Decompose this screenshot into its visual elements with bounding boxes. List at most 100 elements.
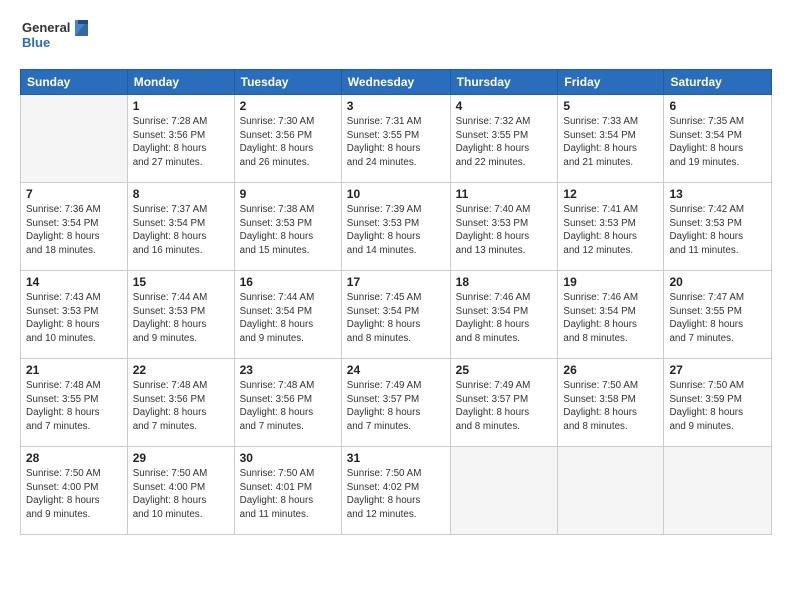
day-number: 22 [133, 363, 229, 377]
day-number: 4 [456, 99, 553, 113]
day-info: Sunrise: 7:32 AMSunset: 3:55 PMDaylight:… [456, 115, 553, 170]
calendar-cell: 20 Sunrise: 7:47 AMSunset: 3:55 PMDayligh… [664, 271, 772, 359]
calendar-cell: 31Sunrise: 7:50 AMSunset: 4:02 PMDayligh… [341, 447, 450, 535]
day-number: 13 [669, 187, 766, 201]
calendar-cell: 2 Sunrise: 7:30 AMSunset: 3:56 PMDaylight… [234, 95, 341, 183]
day-info: Sunrise: 7:46 AMSunset: 3:54 PMDaylight:… [456, 291, 553, 346]
day-number: 8 [133, 187, 229, 201]
day-info: Sunrise: 7:50 AMSunset: 4:01 PMDaylight:… [240, 467, 336, 522]
calendar-cell: 10 Sunrise: 7:39 AMSunset: 3:53 PMDayligh… [341, 183, 450, 271]
calendar-cell: 18 Sunrise: 7:46 AMSunset: 3:54 PMDayligh… [450, 271, 558, 359]
day-number: 23 [240, 363, 336, 377]
calendar-table: SundayMondayTuesdayWednesdayThursdayFrid… [20, 69, 772, 535]
calendar-header-row: SundayMondayTuesdayWednesdayThursdayFrid… [21, 70, 772, 95]
day-info: Sunrise: 7:40 AMSunset: 3:53 PMDaylight:… [456, 203, 553, 258]
day-info: Sunrise: 7:45 AMSunset: 3:54 PMDaylight:… [347, 291, 445, 346]
day-number: 9 [240, 187, 336, 201]
day-info: Sunrise: 7:31 AMSunset: 3:55 PMDaylight:… [347, 115, 445, 170]
day-number: 24 [347, 363, 445, 377]
day-info: Sunrise: 7:50 AMSunset: 4:02 PMDaylight:… [347, 467, 445, 522]
day-number: 21 [26, 363, 122, 377]
calendar-cell: 21 Sunrise: 7:48 AMSunset: 3:55 PMDayligh… [21, 359, 128, 447]
day-info: Sunrise: 7:41 AMSunset: 3:53 PMDaylight:… [563, 203, 658, 258]
day-number: 11 [456, 187, 553, 201]
calendar-header-sunday: Sunday [21, 70, 128, 95]
day-info: Sunrise: 7:44 AMSunset: 3:53 PMDaylight:… [133, 291, 229, 346]
day-number: 5 [563, 99, 658, 113]
day-info: Sunrise: 7:30 AMSunset: 3:56 PMDaylight:… [240, 115, 336, 170]
calendar-cell: 6 Sunrise: 7:35 AMSunset: 3:54 PMDaylight… [664, 95, 772, 183]
day-info: Sunrise: 7:48 AMSunset: 3:55 PMDaylight:… [26, 379, 122, 434]
day-number: 28 [26, 451, 122, 465]
calendar-cell: 30 Sunrise: 7:50 AMSunset: 4:01 PMDayligh… [234, 447, 341, 535]
calendar-cell: 4 Sunrise: 7:32 AMSunset: 3:55 PMDaylight… [450, 95, 558, 183]
calendar-cell: 16 Sunrise: 7:44 AMSunset: 3:54 PMDayligh… [234, 271, 341, 359]
calendar-header-friday: Friday [558, 70, 664, 95]
day-number: 7 [26, 187, 122, 201]
day-info: Sunrise: 7:28 AMSunset: 3:56 PMDaylight:… [133, 115, 229, 170]
calendar-week-row: 28 Sunrise: 7:50 AMSunset: 4:00 PMDayligh… [21, 447, 772, 535]
day-info: Sunrise: 7:48 AMSunset: 3:56 PMDaylight:… [240, 379, 336, 434]
svg-text:Blue: Blue [22, 35, 50, 50]
calendar-cell: 5Sunrise: 7:33 AMSunset: 3:54 PMDaylight… [558, 95, 664, 183]
day-info: Sunrise: 7:47 AMSunset: 3:55 PMDaylight:… [669, 291, 766, 346]
calendar-cell: 12Sunrise: 7:41 AMSunset: 3:53 PMDayligh… [558, 183, 664, 271]
day-number: 6 [669, 99, 766, 113]
calendar-header-tuesday: Tuesday [234, 70, 341, 95]
day-number: 25 [456, 363, 553, 377]
calendar-cell: 9 Sunrise: 7:38 AMSunset: 3:53 PMDaylight… [234, 183, 341, 271]
day-info: Sunrise: 7:35 AMSunset: 3:54 PMDaylight:… [669, 115, 766, 170]
day-number: 16 [240, 275, 336, 289]
calendar-header-monday: Monday [127, 70, 234, 95]
logo-area: General Blue [20, 16, 90, 59]
calendar-cell [558, 447, 664, 535]
calendar-cell [450, 447, 558, 535]
calendar-cell: 29 Sunrise: 7:50 AMSunset: 4:00 PMDayligh… [127, 447, 234, 535]
calendar-cell: 26 Sunrise: 7:50 AMSunset: 3:58 PMDayligh… [558, 359, 664, 447]
day-info: Sunrise: 7:37 AMSunset: 3:54 PMDaylight:… [133, 203, 229, 258]
calendar-cell: 17 Sunrise: 7:45 AMSunset: 3:54 PMDayligh… [341, 271, 450, 359]
calendar-header-saturday: Saturday [664, 70, 772, 95]
calendar-cell [21, 95, 128, 183]
calendar-week-row: 14Sunrise: 7:43 AMSunset: 3:53 PMDayligh… [21, 271, 772, 359]
day-info: Sunrise: 7:42 AMSunset: 3:53 PMDaylight:… [669, 203, 766, 258]
calendar-cell: 23 Sunrise: 7:48 AMSunset: 3:56 PMDayligh… [234, 359, 341, 447]
calendar-header-thursday: Thursday [450, 70, 558, 95]
day-number: 30 [240, 451, 336, 465]
calendar-cell: 27 Sunrise: 7:50 AMSunset: 3:59 PMDayligh… [664, 359, 772, 447]
calendar-cell: 13 Sunrise: 7:42 AMSunset: 3:53 PMDayligh… [664, 183, 772, 271]
day-number: 17 [347, 275, 445, 289]
calendar-header-wednesday: Wednesday [341, 70, 450, 95]
day-number: 2 [240, 99, 336, 113]
day-info: Sunrise: 7:44 AMSunset: 3:54 PMDaylight:… [240, 291, 336, 346]
day-info: Sunrise: 7:49 AMSunset: 3:57 PMDaylight:… [347, 379, 445, 434]
calendar-cell: 15Sunrise: 7:44 AMSunset: 3:53 PMDayligh… [127, 271, 234, 359]
page: General Blue SundayMondayTuesdayWednesda… [0, 0, 792, 612]
day-info: Sunrise: 7:39 AMSunset: 3:53 PMDaylight:… [347, 203, 445, 258]
calendar-week-row: 21 Sunrise: 7:48 AMSunset: 3:55 PMDayligh… [21, 359, 772, 447]
day-info: Sunrise: 7:50 AMSunset: 3:58 PMDaylight:… [563, 379, 658, 434]
calendar-cell: 8 Sunrise: 7:37 AMSunset: 3:54 PMDaylight… [127, 183, 234, 271]
day-info: Sunrise: 7:49 AMSunset: 3:57 PMDaylight:… [456, 379, 553, 434]
day-info: Sunrise: 7:50 AMSunset: 4:00 PMDaylight:… [133, 467, 229, 522]
calendar-cell: 19 Sunrise: 7:46 AMSunset: 3:54 PMDayligh… [558, 271, 664, 359]
day-info: Sunrise: 7:46 AMSunset: 3:54 PMDaylight:… [563, 291, 658, 346]
logo: General Blue [20, 16, 90, 59]
day-number: 27 [669, 363, 766, 377]
day-number: 10 [347, 187, 445, 201]
calendar-cell: 7Sunrise: 7:36 AMSunset: 3:54 PMDaylight… [21, 183, 128, 271]
day-info: Sunrise: 7:48 AMSunset: 3:56 PMDaylight:… [133, 379, 229, 434]
day-info: Sunrise: 7:38 AMSunset: 3:53 PMDaylight:… [240, 203, 336, 258]
calendar-week-row: 7Sunrise: 7:36 AMSunset: 3:54 PMDaylight… [21, 183, 772, 271]
svg-text:General: General [22, 20, 70, 35]
day-number: 29 [133, 451, 229, 465]
day-info: Sunrise: 7:50 AMSunset: 3:59 PMDaylight:… [669, 379, 766, 434]
day-number: 19 [563, 275, 658, 289]
calendar-cell: 28Sunrise: 7:50 AMSunset: 4:00 PMDayligh… [21, 447, 128, 535]
day-number: 18 [456, 275, 553, 289]
calendar-cell: 25 Sunrise: 7:49 AMSunset: 3:57 PMDayligh… [450, 359, 558, 447]
day-number: 3 [347, 99, 445, 113]
day-number: 20 [669, 275, 766, 289]
calendar-cell: 1Sunrise: 7:28 AMSunset: 3:56 PMDaylight… [127, 95, 234, 183]
day-number: 26 [563, 363, 658, 377]
